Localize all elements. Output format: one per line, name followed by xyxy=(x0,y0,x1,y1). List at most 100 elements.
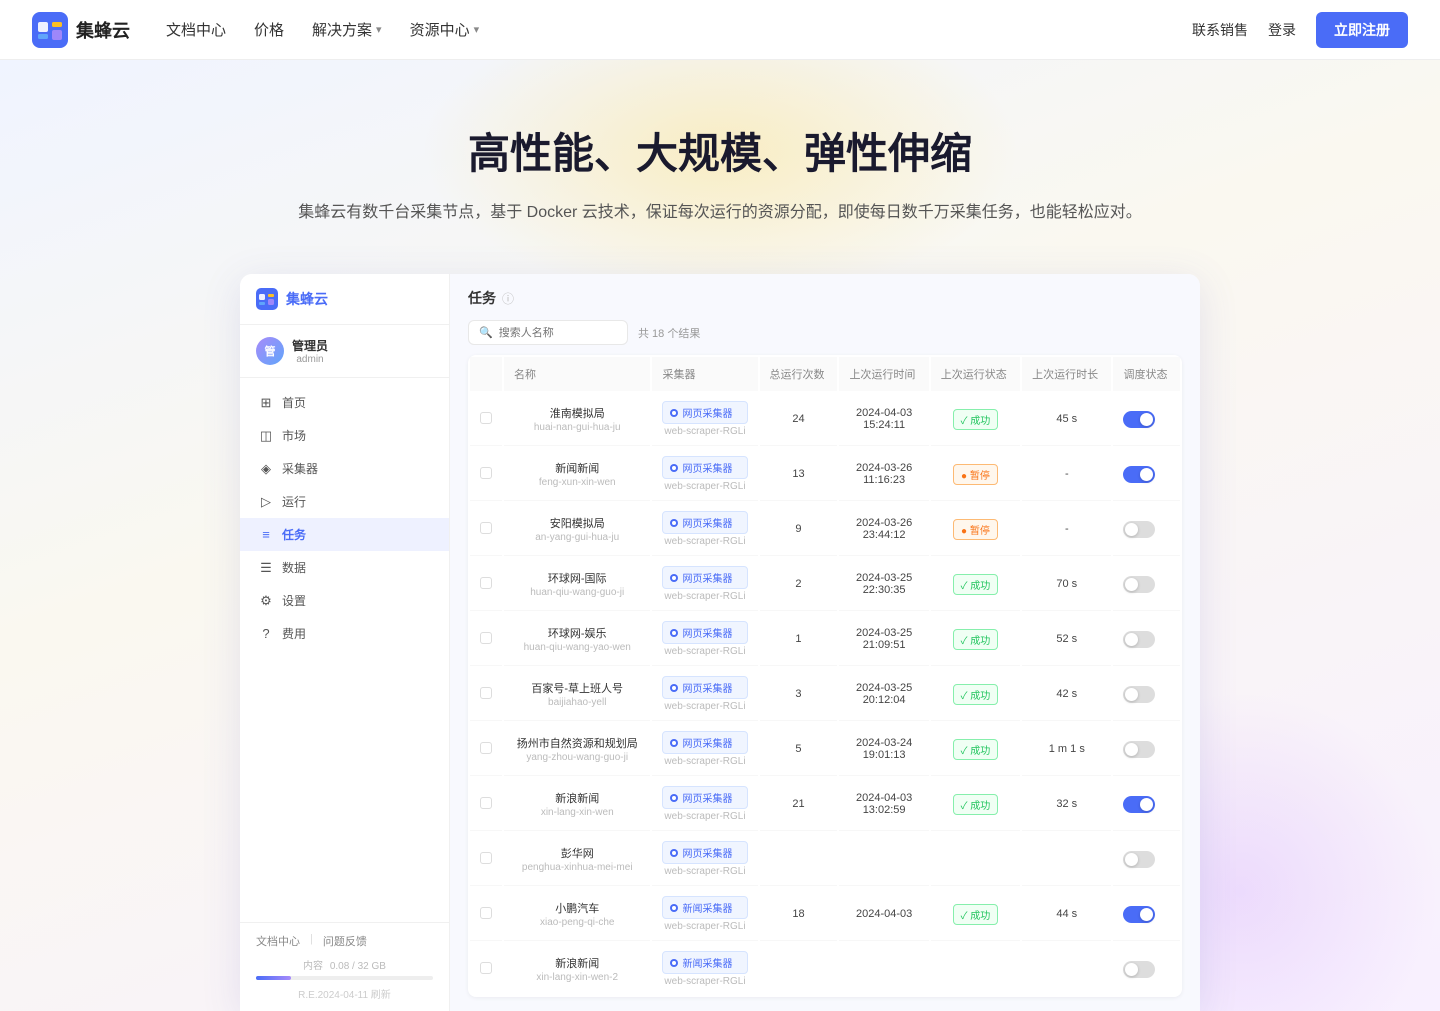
row-checkbox[interactable] xyxy=(470,503,502,556)
user-avatar: 管 xyxy=(256,337,284,365)
row-status: ✓ 成功 xyxy=(931,888,1020,941)
table-row[interactable]: 小鹏汽车xiao-peng-qi-che新闻采集器web-scraper-RGL… xyxy=(470,888,1180,941)
sidebar-item-run[interactable]: ▷ 运行 xyxy=(240,485,449,518)
row-schedule-toggle[interactable] xyxy=(1113,503,1180,556)
schedule-toggle[interactable] xyxy=(1123,631,1155,648)
docs-link[interactable]: 文档中心 xyxy=(256,933,300,949)
spider-dot-icon xyxy=(670,739,678,747)
schedule-toggle[interactable] xyxy=(1123,961,1155,978)
sidebar-item-settings[interactable]: ⚙ 设置 xyxy=(240,584,449,617)
table-row[interactable]: 新浪新闻xin-lang-xin-wen网页采集器web-scraper-RGL… xyxy=(470,778,1180,831)
schedule-toggle[interactable] xyxy=(1123,466,1155,483)
sidebar-item-home[interactable]: ⊞ 首页 xyxy=(240,386,449,419)
row-status: ✓ 成功 xyxy=(931,723,1020,776)
schedule-toggle[interactable] xyxy=(1123,521,1155,538)
schedule-toggle[interactable] xyxy=(1123,796,1155,813)
navbar-logo[interactable]: 集蜂云 xyxy=(32,12,130,48)
sidebar-item-market[interactable]: ◫ 市场 xyxy=(240,419,449,452)
spider-dot-icon xyxy=(670,629,678,637)
row-duration: 44 s xyxy=(1022,888,1111,941)
navbar-logo-text: 集蜂云 xyxy=(76,17,130,43)
row-count: 2 xyxy=(760,558,838,611)
schedule-toggle[interactable] xyxy=(1123,906,1155,923)
row-schedule-toggle[interactable] xyxy=(1113,778,1180,831)
col-name: 名称 xyxy=(504,357,650,391)
storage-bar xyxy=(256,976,433,980)
status-badge-success: ✓ 成功 xyxy=(953,409,999,430)
col-schedule: 调度状态 xyxy=(1113,357,1180,391)
row-schedule-toggle[interactable] xyxy=(1113,558,1180,611)
table-row[interactable]: 扬州市自然资源和规划局yang-zhou-wang-guo-ji网页采集器web… xyxy=(470,723,1180,776)
row-last-time: 2024-04-0313:02:59 xyxy=(839,778,928,831)
page-info-icon[interactable]: ⓘ xyxy=(502,290,514,307)
status-badge-success: ✓ 成功 xyxy=(953,794,999,815)
status-badge-success: ✓ 成功 xyxy=(953,684,999,705)
spider-dot-icon xyxy=(670,574,678,582)
row-name: 扬州市自然资源和规划局yang-zhou-wang-guo-ji xyxy=(504,723,650,776)
contact-sales-button[interactable]: 联系销售 xyxy=(1192,20,1248,40)
row-schedule-toggle[interactable] xyxy=(1113,723,1180,776)
row-duration: 70 s xyxy=(1022,558,1111,611)
hero-title: 高性能、大规模、弹性伸缩 xyxy=(32,120,1408,181)
table-row[interactable]: 环球网-娱乐huan-qiu-wang-yao-wen网页采集器web-scra… xyxy=(470,613,1180,666)
sidebar-item-billing[interactable]: ? 费用 xyxy=(240,617,449,650)
login-button[interactable]: 登录 xyxy=(1268,20,1296,40)
row-schedule-toggle[interactable] xyxy=(1113,943,1180,995)
schedule-toggle[interactable] xyxy=(1123,851,1155,868)
row-schedule-toggle[interactable] xyxy=(1113,613,1180,666)
sidebar-item-scraper[interactable]: ◈ 采集器 xyxy=(240,452,449,485)
table-row[interactable]: 新浪新闻xin-lang-xin-wen-2新闻采集器web-scraper-R… xyxy=(470,943,1180,995)
schedule-toggle[interactable] xyxy=(1123,741,1155,758)
col-last-status: 上次运行状态 xyxy=(931,357,1020,391)
feedback-link[interactable]: 问题反馈 xyxy=(323,933,367,949)
toggle-knob xyxy=(1125,963,1138,976)
sidebar-item-task[interactable]: ≡ 任务 xyxy=(240,518,449,551)
schedule-toggle[interactable] xyxy=(1123,576,1155,593)
toggle-knob xyxy=(1140,468,1153,481)
sidebar: 集蜂云 管 管理员 admin ⊞ 首页 ◫ 市场 xyxy=(240,274,450,1011)
nav-link-docs[interactable]: 文档中心 xyxy=(166,19,226,40)
row-checkbox[interactable] xyxy=(470,778,502,831)
table-row[interactable]: 彭华网penghua-xinhua-mei-mei网页采集器web-scrape… xyxy=(470,833,1180,886)
nav-link-resources[interactable]: 资源中心 ▾ xyxy=(410,19,480,40)
register-button[interactable]: 立即注册 xyxy=(1316,12,1408,48)
row-schedule-toggle[interactable] xyxy=(1113,448,1180,501)
toggle-knob xyxy=(1140,798,1153,811)
row-schedule-toggle[interactable] xyxy=(1113,888,1180,941)
sidebar-bottom-info: R.E.2024-04-11 刷新 xyxy=(256,986,433,1001)
schedule-toggle[interactable] xyxy=(1123,686,1155,703)
table-row[interactable]: 安阳模拟局an-yang-gui-hua-ju网页采集器web-scraper-… xyxy=(470,503,1180,556)
row-checkbox[interactable] xyxy=(470,613,502,666)
toggle-knob xyxy=(1140,908,1153,921)
nav-link-solutions[interactable]: 解决方案 ▾ xyxy=(312,19,382,40)
row-checkbox[interactable] xyxy=(470,943,502,995)
row-spider: 网页采集器web-scraper-RGLi xyxy=(652,723,757,776)
table-row[interactable]: 新闻新闻feng-xun-xin-wen网页采集器web-scraper-RGL… xyxy=(470,448,1180,501)
table-row[interactable]: 环球网-国际huan-qiu-wang-guo-ji网页采集器web-scrap… xyxy=(470,558,1180,611)
row-checkbox[interactable] xyxy=(470,888,502,941)
schedule-toggle[interactable] xyxy=(1123,411,1155,428)
row-duration: - xyxy=(1022,503,1111,556)
search-input[interactable] xyxy=(499,327,617,339)
toggle-knob xyxy=(1125,743,1138,756)
search-box[interactable]: 🔍 xyxy=(468,320,628,345)
row-checkbox[interactable] xyxy=(470,723,502,776)
row-checkbox[interactable] xyxy=(470,668,502,721)
toggle-knob xyxy=(1125,853,1138,866)
table-row[interactable]: 淮南模拟局huai-nan-gui-hua-ju网页采集器web-scraper… xyxy=(470,393,1180,446)
row-schedule-toggle[interactable] xyxy=(1113,668,1180,721)
sidebar-item-data[interactable]: ☰ 数据 xyxy=(240,551,449,584)
nav-links: 文档中心 价格 解决方案 ▾ 资源中心 ▾ xyxy=(166,19,1192,40)
nav-link-price[interactable]: 价格 xyxy=(254,19,284,40)
user-info: 管理员 admin xyxy=(292,337,328,365)
row-checkbox[interactable] xyxy=(470,558,502,611)
table-row[interactable]: 百家号-草上班人号baijiahao-yell网页采集器web-scraper-… xyxy=(470,668,1180,721)
row-checkbox[interactable] xyxy=(470,833,502,886)
scraper-icon: ◈ xyxy=(258,461,274,477)
sidebar-item-scraper-label: 采集器 xyxy=(282,460,318,477)
row-checkbox[interactable] xyxy=(470,393,502,446)
row-schedule-toggle[interactable] xyxy=(1113,393,1180,446)
row-schedule-toggle[interactable] xyxy=(1113,833,1180,886)
row-checkbox[interactable] xyxy=(470,448,502,501)
row-duration: 45 s xyxy=(1022,393,1111,446)
